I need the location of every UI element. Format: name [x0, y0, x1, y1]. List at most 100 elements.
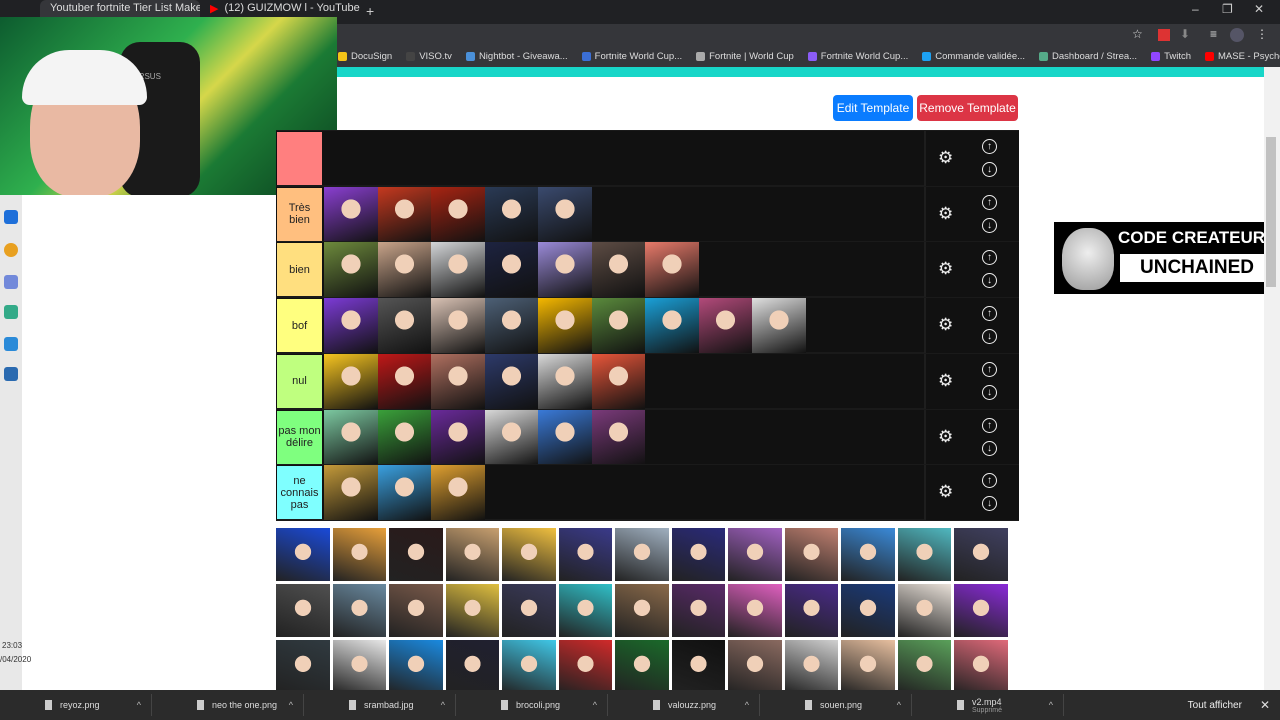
pool-item-thumbnail[interactable] — [445, 584, 499, 637]
pool-item-thumbnail[interactable] — [671, 584, 725, 637]
tier-item-thumbnail[interactable] — [538, 409, 592, 465]
tier-item-thumbnail[interactable] — [377, 186, 431, 242]
arrow-up-icon[interactable]: ↑ — [982, 306, 997, 322]
tier-item-thumbnail[interactable] — [538, 242, 592, 298]
media-icon[interactable]: ≡ — [1210, 27, 1217, 41]
tier-label[interactable]: nul — [277, 354, 322, 408]
pool-item-thumbnail[interactable] — [728, 640, 782, 693]
edge-icon[interactable] — [4, 210, 18, 224]
pool-item-thumbnail[interactable] — [558, 528, 612, 581]
pool-item-thumbnail[interactable] — [276, 640, 330, 693]
arrow-down-icon[interactable]: ↓ — [982, 440, 997, 456]
tier-label[interactable]: pas mon délire — [277, 410, 322, 464]
gear-icon[interactable]: ⚙ — [938, 371, 953, 391]
chevron-up-icon[interactable]: ^ — [593, 700, 597, 710]
tier-item-thumbnail[interactable] — [431, 409, 485, 465]
download-item[interactable]: neo the one.png ^ — [152, 694, 304, 716]
star-icon[interactable]: ☆ — [1132, 27, 1143, 41]
tier-item-thumbnail[interactable] — [645, 298, 699, 354]
download-item[interactable]: valouzz.png ^ — [608, 694, 760, 716]
pool-item-thumbnail[interactable] — [558, 640, 612, 693]
arrow-up-icon[interactable]: ↑ — [982, 473, 997, 489]
tier-item-thumbnail[interactable] — [431, 242, 485, 298]
remove-template-button[interactable]: Remove Template — [917, 95, 1018, 121]
avatar[interactable] — [1230, 28, 1244, 42]
pool-item-thumbnail[interactable] — [558, 584, 612, 637]
chevron-up-icon[interactable]: ^ — [137, 700, 141, 710]
pool-item-thumbnail[interactable] — [502, 528, 556, 581]
tier-item-thumbnail[interactable] — [377, 409, 431, 465]
pool-item-thumbnail[interactable] — [332, 584, 386, 637]
discord-icon[interactable] — [4, 275, 18, 289]
chevron-up-icon[interactable]: ^ — [441, 700, 445, 710]
photos-icon[interactable] — [4, 367, 18, 381]
gear-icon[interactable]: ⚙ — [938, 427, 953, 447]
tier-item-thumbnail[interactable] — [324, 298, 378, 354]
arrow-up-icon[interactable]: ↑ — [982, 139, 997, 154]
arrow-down-icon[interactable]: ↓ — [982, 217, 997, 233]
pool-item-thumbnail[interactable] — [841, 528, 895, 581]
download-icon[interactable]: ⬇ — [1180, 27, 1190, 41]
fortnite-icon[interactable] — [4, 337, 18, 351]
arrow-down-icon[interactable]: ↓ — [982, 496, 997, 512]
show-all-button[interactable]: Tout afficher — [1188, 700, 1242, 711]
pool-item-thumbnail[interactable] — [445, 528, 499, 581]
bookmark-item[interactable]: VISO.tv — [406, 51, 452, 62]
pool-item-thumbnail[interactable] — [332, 640, 386, 693]
download-item[interactable]: v2.mp4 Supprimé ^ — [912, 694, 1064, 716]
pool-item-thumbnail[interactable] — [897, 640, 951, 693]
pool-item-thumbnail[interactable] — [615, 584, 669, 637]
arrow-up-icon[interactable]: ↑ — [982, 361, 997, 377]
arrow-up-icon[interactable]: ↑ — [982, 417, 997, 433]
menu-icon[interactable]: ⋮ — [1256, 27, 1268, 41]
tier-item-thumbnail[interactable] — [324, 353, 378, 409]
pool-item-thumbnail[interactable] — [276, 528, 330, 581]
pool-item-thumbnail[interactable] — [502, 584, 556, 637]
bookmark-item[interactable]: DocuSign — [338, 51, 392, 62]
pool-item-thumbnail[interactable] — [389, 584, 443, 637]
tier-item-thumbnail[interactable] — [645, 242, 699, 298]
restore-button[interactable]: ❐ — [1222, 2, 1233, 16]
tier-label[interactable]: bof — [277, 299, 322, 353]
scrollbar[interactable] — [1264, 67, 1280, 690]
bookmark-item[interactable]: Dashboard / Strea... — [1039, 51, 1137, 62]
arrow-up-icon[interactable]: ↑ — [982, 250, 997, 266]
tier-item-thumbnail[interactable] — [538, 353, 592, 409]
pool-item-thumbnail[interactable] — [671, 640, 725, 693]
chevron-up-icon[interactable]: ^ — [897, 700, 901, 710]
gear-icon[interactable]: ⚙ — [938, 482, 953, 502]
arrow-up-icon[interactable]: ↑ — [982, 194, 997, 210]
arrow-down-icon[interactable]: ↓ — [982, 384, 997, 400]
pool-item-thumbnail[interactable] — [445, 640, 499, 693]
chevron-up-icon[interactable]: ^ — [745, 700, 749, 710]
pool-item-thumbnail[interactable] — [276, 584, 330, 637]
bookmark-item[interactable]: Commande validée... — [922, 51, 1025, 62]
pool-item-thumbnail[interactable] — [784, 640, 838, 693]
tier-item-thumbnail[interactable] — [484, 186, 538, 242]
arrow-down-icon[interactable]: ↓ — [982, 273, 997, 289]
tier-item-thumbnail[interactable] — [752, 298, 806, 354]
tier-item-thumbnail[interactable] — [591, 242, 645, 298]
tier-item-thumbnail[interactable] — [698, 298, 752, 354]
tier-item-thumbnail[interactable] — [324, 186, 378, 242]
tier-item-thumbnail[interactable] — [431, 353, 485, 409]
tier-item-thumbnail[interactable] — [538, 298, 592, 354]
scrollbar-thumb[interactable] — [1266, 137, 1276, 287]
tier-item-thumbnail[interactable] — [431, 298, 485, 354]
new-tab-button[interactable]: + — [366, 3, 374, 19]
chevron-up-icon[interactable]: ^ — [289, 700, 293, 710]
tier-item-thumbnail[interactable] — [324, 242, 378, 298]
bookmark-item[interactable]: Fortnite | World Cup — [696, 51, 794, 62]
tier-item-thumbnail[interactable] — [591, 298, 645, 354]
download-item[interactable]: souen.png ^ — [760, 694, 912, 716]
extension-icon[interactable] — [1158, 29, 1170, 41]
bookmark-item[interactable]: Nightbot - Giveawa... — [465, 51, 568, 62]
pool-item-thumbnail[interactable] — [332, 528, 386, 581]
arrow-down-icon[interactable]: ↓ — [982, 329, 997, 345]
pool-item-thumbnail[interactable] — [954, 584, 1008, 637]
tier-item-thumbnail[interactable] — [324, 409, 378, 465]
pool-item-thumbnail[interactable] — [728, 584, 782, 637]
bookmark-item[interactable]: Fortnite World Cup... — [581, 51, 682, 62]
bookmark-item[interactable]: Twitch — [1151, 51, 1191, 62]
download-item[interactable]: brocoli.png ^ — [456, 694, 608, 716]
